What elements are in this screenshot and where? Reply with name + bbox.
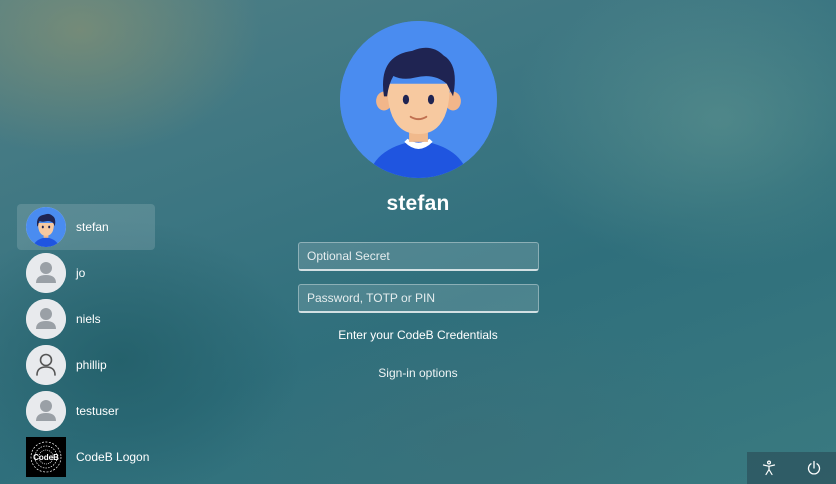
user-label: phillip xyxy=(76,358,107,372)
optional-secret-input[interactable] xyxy=(298,242,539,271)
user-label: niels xyxy=(76,312,101,326)
user-list: stefan jo niels phillip testuser CodeB C… xyxy=(17,204,155,480)
default-user-avatar-icon xyxy=(26,391,66,431)
user-label: testuser xyxy=(76,404,119,418)
user-item-phillip[interactable]: phillip xyxy=(17,342,155,388)
user-label: jo xyxy=(76,266,86,280)
main-user-avatar xyxy=(340,21,497,178)
codeb-logo-text: CodeB xyxy=(33,453,59,462)
user-label: stefan xyxy=(76,220,109,234)
default-user-avatar-icon xyxy=(26,299,66,339)
accessibility-icon xyxy=(763,460,776,476)
outline-user-avatar-icon xyxy=(26,345,66,385)
power-button[interactable] xyxy=(800,454,828,482)
password-input[interactable] xyxy=(298,284,539,313)
user-item-niels[interactable]: niels xyxy=(17,296,155,342)
user-item-jo[interactable]: jo xyxy=(17,250,155,296)
accessibility-button[interactable] xyxy=(755,454,783,482)
user-item-testuser[interactable]: testuser xyxy=(17,388,155,434)
codeb-logo-icon: CodeB xyxy=(26,437,66,477)
user-label: CodeB Logon xyxy=(76,450,150,464)
cartoon-boy-avatar-icon xyxy=(340,21,497,178)
default-user-avatar-icon xyxy=(26,253,66,293)
user-item-stefan[interactable]: stefan xyxy=(17,204,155,250)
user-item-codeb-logon[interactable]: CodeB CodeB Logon xyxy=(17,434,155,480)
cartoon-boy-avatar-icon xyxy=(26,207,66,247)
power-icon xyxy=(807,460,820,475)
system-tray xyxy=(747,452,836,484)
